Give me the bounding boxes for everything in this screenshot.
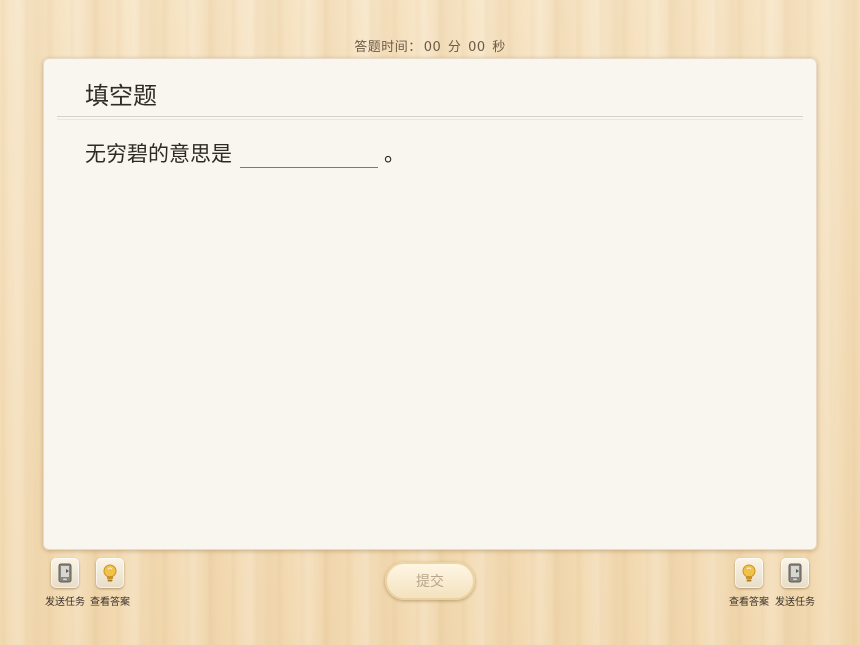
submit-button[interactable]: 提交 — [385, 562, 475, 600]
timer-minute-unit: 分 — [447, 40, 462, 55]
timer-minutes: 00 — [423, 40, 442, 55]
timer-label: 答题时间： — [354, 40, 422, 55]
view-answer-label-left: 查看答案 — [90, 597, 130, 608]
task-phone-icon — [781, 558, 809, 588]
question-text: 无穷碧的意思是 — [85, 142, 232, 166]
send-task-label-right: 发送任务 — [775, 597, 815, 608]
question-line: 无穷碧的意思是 。 — [85, 138, 405, 168]
timer-second-unit: 秒 — [492, 40, 506, 55]
send-task-button-right[interactable]: 发送任务 — [769, 558, 821, 608]
question-type-title: 填空题 — [85, 82, 157, 110]
question-period: 。 — [384, 142, 405, 166]
answer-timer: 答题时间： 00 分 00 秒 — [0, 36, 860, 55]
title-divider — [57, 116, 803, 120]
timer-seconds: 00 — [468, 40, 486, 55]
question-card: 填空题 无穷碧的意思是 。 — [43, 58, 817, 550]
task-phone-icon — [51, 558, 79, 588]
answer-blank[interactable] — [240, 141, 378, 168]
lightbulb-icon — [735, 558, 763, 588]
view-answer-label-right: 查看答案 — [729, 597, 769, 608]
view-answer-button-right[interactable]: 查看答案 — [723, 558, 775, 608]
lightbulb-icon — [96, 558, 124, 588]
view-answer-button-left[interactable]: 查看答案 — [84, 558, 136, 608]
